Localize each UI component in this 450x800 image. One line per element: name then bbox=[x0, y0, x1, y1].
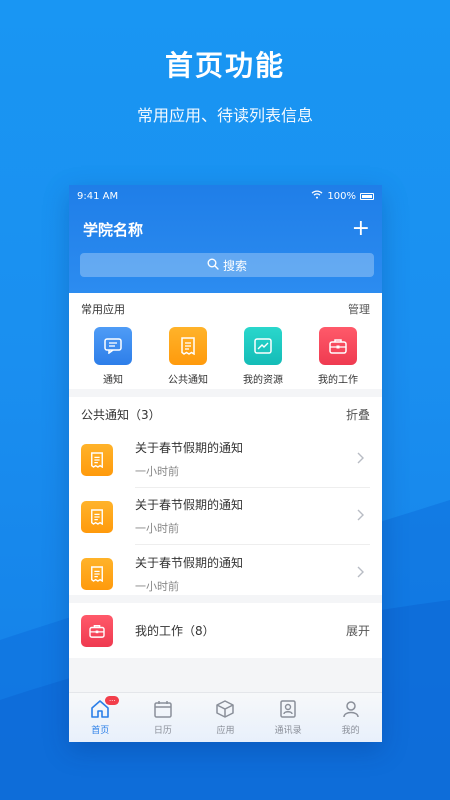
receipt-icon bbox=[169, 327, 207, 365]
search-bar[interactable]: 搜索 bbox=[80, 253, 374, 277]
tab-label: 通讯录 bbox=[274, 726, 302, 736]
my-work-card[interactable]: 我的工作（8） 展开 bbox=[69, 603, 382, 658]
common-apps-title: 常用应用 bbox=[81, 303, 125, 316]
tab-label: 我的 bbox=[341, 726, 360, 736]
app-label: 通知 bbox=[103, 375, 123, 386]
notice-title: 关于春节假期的通知 bbox=[135, 498, 244, 512]
app-label: 我的工作 bbox=[318, 375, 358, 386]
battery-percent: 100% bbox=[327, 190, 356, 202]
chevron-right-icon bbox=[354, 565, 368, 579]
status-time: 9:41 AM bbox=[77, 190, 119, 202]
my-work-title: 我的工作（8） bbox=[135, 624, 215, 638]
notice-text: 关于春节假期的通知 一小时前 bbox=[135, 545, 370, 602]
collapse-button[interactable]: 折叠 bbox=[346, 406, 370, 423]
chat-icon bbox=[94, 327, 132, 365]
tab-calendar[interactable]: 日历 bbox=[138, 698, 188, 736]
notice-text: 关于春节假期的通知 一小时前 bbox=[135, 488, 370, 545]
expand-button[interactable]: 展开 bbox=[346, 622, 370, 639]
tab-contacts[interactable]: 通讯录 bbox=[263, 698, 313, 736]
tab-apps[interactable]: 应用 bbox=[200, 698, 250, 736]
chart-icon bbox=[244, 327, 282, 365]
tab-label: 首页 bbox=[91, 726, 110, 736]
search-icon bbox=[207, 258, 219, 273]
briefcase-icon bbox=[319, 327, 357, 365]
wifi-icon bbox=[311, 190, 323, 202]
notice-text: 关于春节假期的通知 一小时前 bbox=[135, 431, 370, 488]
calendar-icon bbox=[152, 698, 174, 720]
notice-list: 关于春节假期的通知 一小时前 关于春节假期的通知 一小时前 关于春节假期的通知 … bbox=[69, 431, 382, 602]
common-apps-header: 常用应用 管理 bbox=[81, 301, 370, 317]
receipt-icon bbox=[81, 557, 113, 590]
app-header: 9:41 AM 100% 学院名称 + 搜索 bbox=[69, 185, 382, 293]
app-label: 我的资源 bbox=[243, 375, 283, 386]
notification-badge: ... bbox=[105, 696, 120, 705]
phone-screen: 9:41 AM 100% 学院名称 + 搜索 常用应用 管理 通知 公共通知 我… bbox=[69, 185, 382, 742]
bottom-tab-bar: ... 首页 日历 应用 通讯录 我的 bbox=[69, 692, 382, 742]
app-bar: 学院名称 + bbox=[69, 207, 382, 251]
public-notice-title: 公共通知（3） bbox=[81, 407, 161, 422]
tab-me[interactable]: 我的 bbox=[326, 698, 376, 736]
notice-title: 关于春节假期的通知 bbox=[135, 441, 244, 455]
add-button[interactable]: + bbox=[352, 218, 370, 240]
briefcase-icon bbox=[81, 614, 113, 647]
manage-button[interactable]: 管理 bbox=[348, 301, 370, 317]
college-name: 学院名称 bbox=[83, 220, 144, 239]
app-item-my-work[interactable]: 我的工作 bbox=[308, 327, 368, 386]
tab-home[interactable]: ... 首页 bbox=[75, 696, 125, 736]
tab-label: 日历 bbox=[153, 726, 172, 736]
person-icon bbox=[340, 698, 362, 720]
tab-label: 应用 bbox=[216, 726, 235, 736]
cube-icon bbox=[214, 698, 236, 720]
search-placeholder: 搜索 bbox=[222, 258, 247, 273]
notice-time: 一小时前 bbox=[135, 579, 179, 593]
contacts-icon bbox=[277, 698, 299, 720]
hero-subtitle: 常用应用、待读列表信息 bbox=[136, 106, 313, 125]
app-item-public-notice[interactable]: 公共通知 bbox=[158, 327, 218, 386]
status-right: 100% bbox=[311, 190, 374, 202]
receipt-icon bbox=[81, 443, 113, 476]
notice-time: 一小时前 bbox=[135, 522, 179, 535]
notice-title: 关于春节假期的通知 bbox=[135, 555, 244, 570]
notice-item[interactable]: 关于春节假期的通知 一小时前 bbox=[69, 431, 382, 488]
public-notice-card: 公共通知（3） 折叠 关于春节假期的通知 一小时前 关于春节假期的通知 一小时前… bbox=[69, 397, 382, 595]
hero-title: 首页功能 bbox=[164, 49, 285, 82]
chevron-right-icon bbox=[354, 508, 368, 522]
common-apps-card: 常用应用 管理 通知 公共通知 我的资源 我的工作 bbox=[69, 293, 382, 389]
public-notice-header: 公共通知（3） 折叠 bbox=[69, 397, 382, 431]
notice-item[interactable]: 关于春节假期的通知 一小时前 bbox=[69, 488, 382, 545]
battery-icon bbox=[360, 192, 374, 200]
notice-item[interactable]: 关于春节假期的通知 一小时前 bbox=[69, 545, 382, 602]
receipt-icon bbox=[81, 500, 113, 533]
app-item-notice[interactable]: 通知 bbox=[83, 327, 143, 386]
app-label: 公共通知 bbox=[168, 375, 208, 386]
notice-time: 一小时前 bbox=[135, 465, 179, 478]
app-grid: 通知 公共通知 我的资源 我的工作 bbox=[81, 327, 370, 386]
chevron-right-icon bbox=[354, 451, 368, 465]
status-bar: 9:41 AM 100% bbox=[69, 185, 382, 207]
app-item-my-resources[interactable]: 我的资源 bbox=[233, 327, 293, 386]
